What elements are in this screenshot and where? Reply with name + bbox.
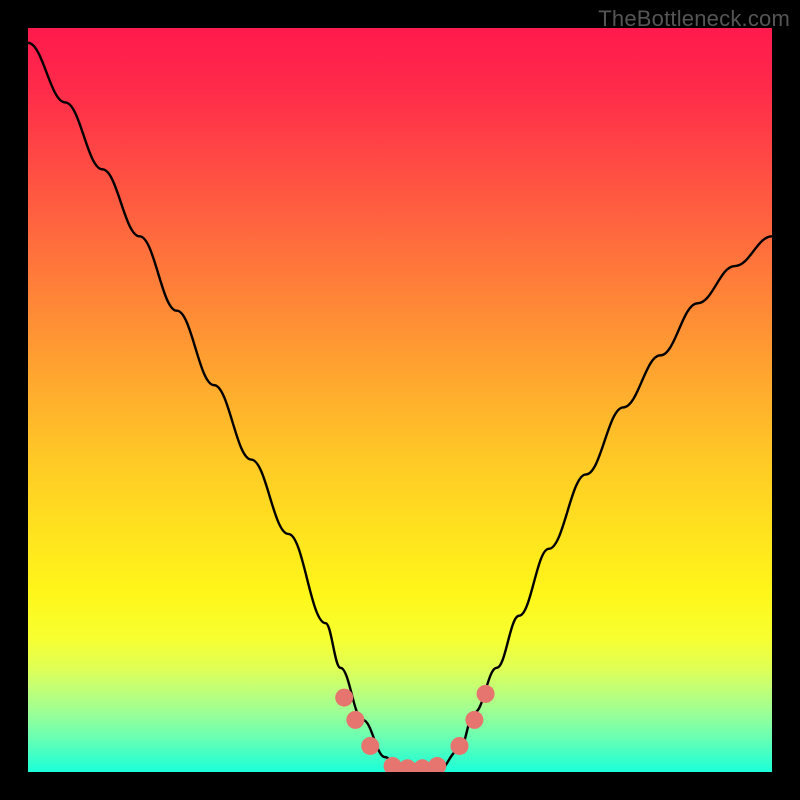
- plot-area: [28, 28, 772, 772]
- markers-group: [335, 685, 494, 772]
- chart-frame: TheBottleneck.com: [0, 0, 800, 800]
- curve-layer: [28, 28, 772, 772]
- left-top-marker: [335, 689, 353, 707]
- left-mid-marker: [346, 711, 364, 729]
- bottleneck-curve: [28, 43, 772, 772]
- right-mid-marker: [465, 711, 483, 729]
- left-bottom-marker: [361, 737, 379, 755]
- right-top-marker: [477, 685, 495, 703]
- right-bottom-marker: [451, 737, 469, 755]
- flat-4-marker: [428, 757, 446, 772]
- watermark-text: TheBottleneck.com: [598, 6, 790, 32]
